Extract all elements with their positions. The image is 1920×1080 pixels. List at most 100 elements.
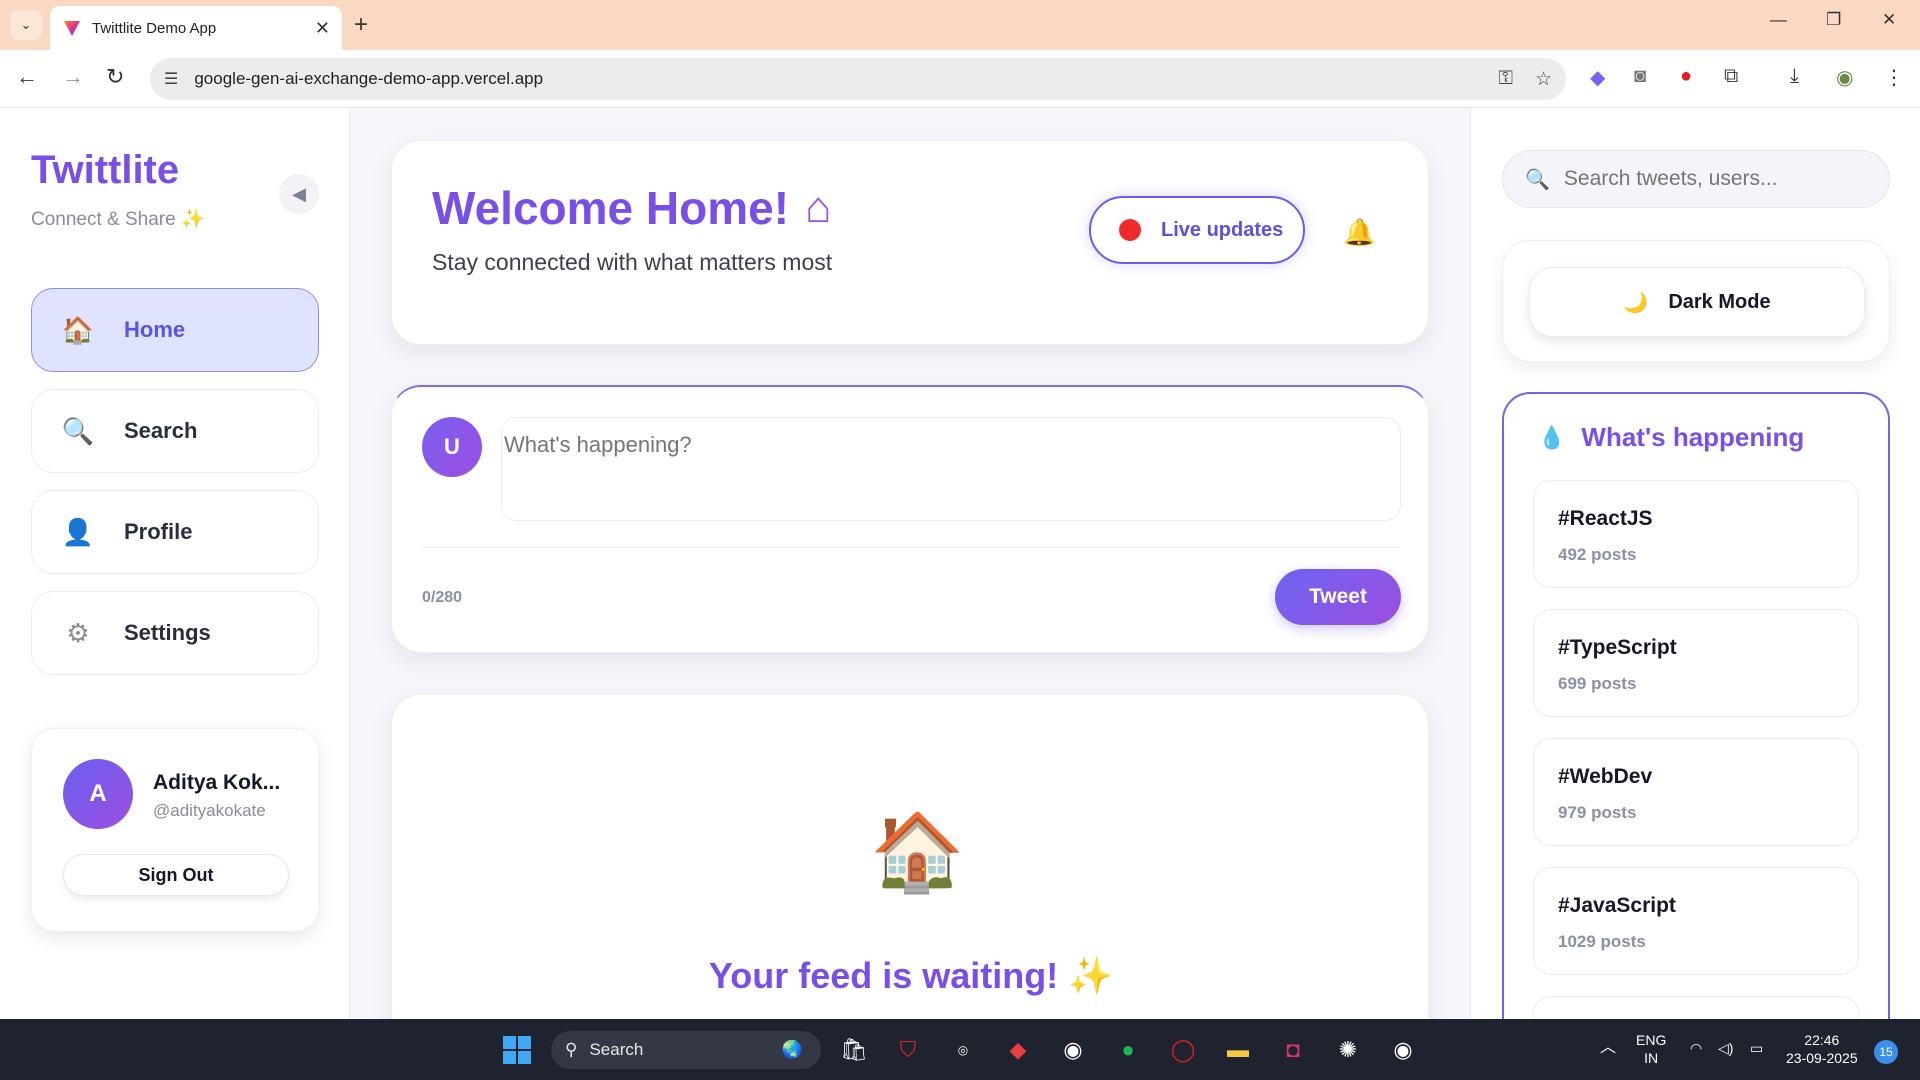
opera-icon[interactable]: ◯ [1167,1034,1199,1066]
download-icon[interactable]: ⤓ [1790,65,1799,88]
trend-item[interactable]: #WebDev 979 posts [1533,738,1859,846]
home-icon: 🏠 [61,314,95,345]
theme-card: 🌙 Dark Mode [1502,240,1890,362]
feed-empty-title: Your feed is waiting! ✨ [708,955,1114,996]
volume-icon[interactable]: ◁) [1718,1039,1733,1057]
minimize-icon[interactable]: — [1770,10,1787,30]
extensions-puzzle-icon[interactable]: ⧉ [1724,65,1738,88]
dark-mode-label: Dark Mode [1668,290,1771,313]
right-sidebar: 🔍 🌙 Dark Mode 💧 What's happening #ReactJ… [1470,108,1920,1019]
profile-avatar-icon[interactable]: ◉ [1836,65,1853,90]
user-handle: @adityakokate [153,801,266,820]
chatgpt-icon[interactable]: ✺ [1332,1034,1364,1066]
page-title: Welcome Home! ⌂ [432,181,832,235]
back-icon[interactable]: ← [16,64,38,90]
notification-badge[interactable]: 15 [1874,1040,1898,1064]
browser-tab-active[interactable]: Twittlite Demo App ✕ [50,6,342,50]
brand-tagline: Connect & Share ✨ [31,209,205,230]
forward-icon[interactable]: → [62,64,84,90]
droplet-icon: 💧 [1538,424,1566,450]
tab-title: Twittlite Demo App [92,19,217,37]
moon-icon: 🌙 [1623,291,1649,314]
trend-item[interactable]: #JavaScript 1029 posts [1533,867,1859,975]
nxt-wave-icon[interactable]: ◎ [947,1034,979,1066]
avatar[interactable]: A [63,759,133,829]
app-root: Twittlite Connect & Share ✨ ◀ 🏠 Home 🔍 S… [0,108,1920,1019]
trend-count: 979 posts [1558,803,1637,822]
git-app-icon[interactable]: ◆ [1002,1034,1034,1066]
house-emoji-icon: 🏠 [870,810,965,895]
collapse-sidebar-button[interactable]: ◀ [279,174,319,214]
welcome-title-text: Welcome Home! [432,182,790,234]
wifi-icon[interactable]: ◠ [1690,1039,1702,1057]
trend-count: 699 posts [1558,674,1637,693]
extension-camera-icon[interactable]: ◙ [1634,65,1646,88]
store-icon[interactable]: 🛍 [838,1034,870,1066]
trends-title: 💧 What's happening [1538,422,1804,453]
trend-tag: #ReactJS [1558,507,1653,530]
trends-panel: 💧 What's happening #ReactJS 492 posts #T… [1502,392,1890,1019]
trend-item[interactable]: #ReactJS 492 posts [1533,480,1859,588]
house-icon: ⌂ [805,183,832,232]
bell-icon[interactable]: 🔔 [1343,217,1375,248]
taskbar-search[interactable]: ⚲ Search 🌏 [551,1031,821,1069]
battery-icon[interactable]: ▭ [1750,1039,1763,1057]
trend-count: 1029 posts [1558,932,1646,951]
tweet-composer: U 0/280 Tweet [391,385,1429,653]
dark-mode-button[interactable]: 🌙 Dark Mode [1529,267,1865,337]
trends-title-text: What's happening [1581,422,1805,452]
window-close-icon[interactable]: ✕ [1882,10,1896,30]
trend-item[interactable]: #TypeScript 699 posts [1533,609,1859,717]
bookmark-star-icon[interactable]: ☆ [1535,68,1552,91]
browser-tab-bar: ⌄ Twittlite Demo App ✕ + — ❐ ✕ [0,0,1920,50]
sidebar-item-search[interactable]: 🔍 Search [31,389,319,473]
instagram-icon[interactable]: ◘ [1277,1034,1309,1066]
live-dot-icon [1119,219,1141,241]
collapse-arrow-icon: ◀ [292,183,306,204]
spotify-icon[interactable]: ● [1112,1034,1144,1066]
chrome-profile-icon[interactable]: ◉ [1387,1034,1419,1066]
tweet-input[interactable] [501,417,1401,521]
mcafee-icon[interactable]: ⛉ [892,1034,924,1066]
extension-flame-icon[interactable]: ◆ [1590,65,1605,90]
tweet-button[interactable]: Tweet [1275,569,1401,625]
char-count: 0/280 [422,589,463,606]
clock[interactable]: 22:46 23-09-2025 [1786,1031,1858,1067]
trend-tag: #TypeScript [1558,636,1677,659]
search-input[interactable] [1563,167,1884,191]
url-text[interactable]: google-gen-ai-exchange-demo-app.vercel.a… [194,69,1476,89]
new-tab-icon[interactable]: + [354,11,368,39]
tab-close-icon[interactable]: ✕ [315,18,330,39]
sidebar-item-label: Profile [124,519,193,544]
gear-icon: ⚙ [66,617,90,648]
composer-avatar: U [422,417,482,477]
trend-tag: #JavaScript [1558,894,1676,917]
sidebar-item-home[interactable]: 🏠 Home [31,288,319,372]
trend-count: 492 posts [1558,545,1637,564]
tray-chevron-icon[interactable]: ︿ [1600,1039,1616,1057]
sidebar-item-profile[interactable]: 👤 Profile [31,490,319,574]
sign-out-button[interactable]: Sign Out [63,854,289,896]
search-box[interactable]: 🔍 [1502,150,1890,208]
live-updates-label: Live updates [1161,218,1284,241]
magnifier-icon: 🔍 [61,415,95,446]
sidebar-item-label: Home [124,317,186,342]
menu-kebab-icon[interactable]: ⋮ [1884,65,1904,90]
taskbar-search-label: Search [589,1040,644,1059]
brand-name: Twittlite [31,148,180,192]
password-key-icon[interactable]: ⚿ [1498,68,1512,90]
live-updates-button[interactable]: Live updates [1089,196,1305,264]
trend-item-partial[interactable] [1533,996,1859,1019]
reload-icon[interactable]: ↻ [106,64,124,90]
restore-icon[interactable]: ❐ [1826,10,1841,30]
tab-search-chevron-icon[interactable]: ⌄ [10,10,42,40]
welcome-subtitle: Stay connected with what matters most [432,249,833,275]
extension-opera-icon[interactable]: ● [1680,65,1692,88]
sidebar-item-settings[interactable]: ⚙ Settings [31,591,319,675]
language-indicator[interactable]: ENG IN [1636,1031,1666,1067]
windows-start-icon[interactable] [501,1034,533,1066]
address-bar[interactable]: ☰ google-gen-ai-exchange-demo-app.vercel… [150,58,1566,100]
site-info-icon[interactable]: ☰ [164,69,178,89]
file-explorer-icon[interactable]: ▬ [1222,1034,1254,1066]
chrome-icon[interactable]: ◉ [1057,1034,1089,1066]
